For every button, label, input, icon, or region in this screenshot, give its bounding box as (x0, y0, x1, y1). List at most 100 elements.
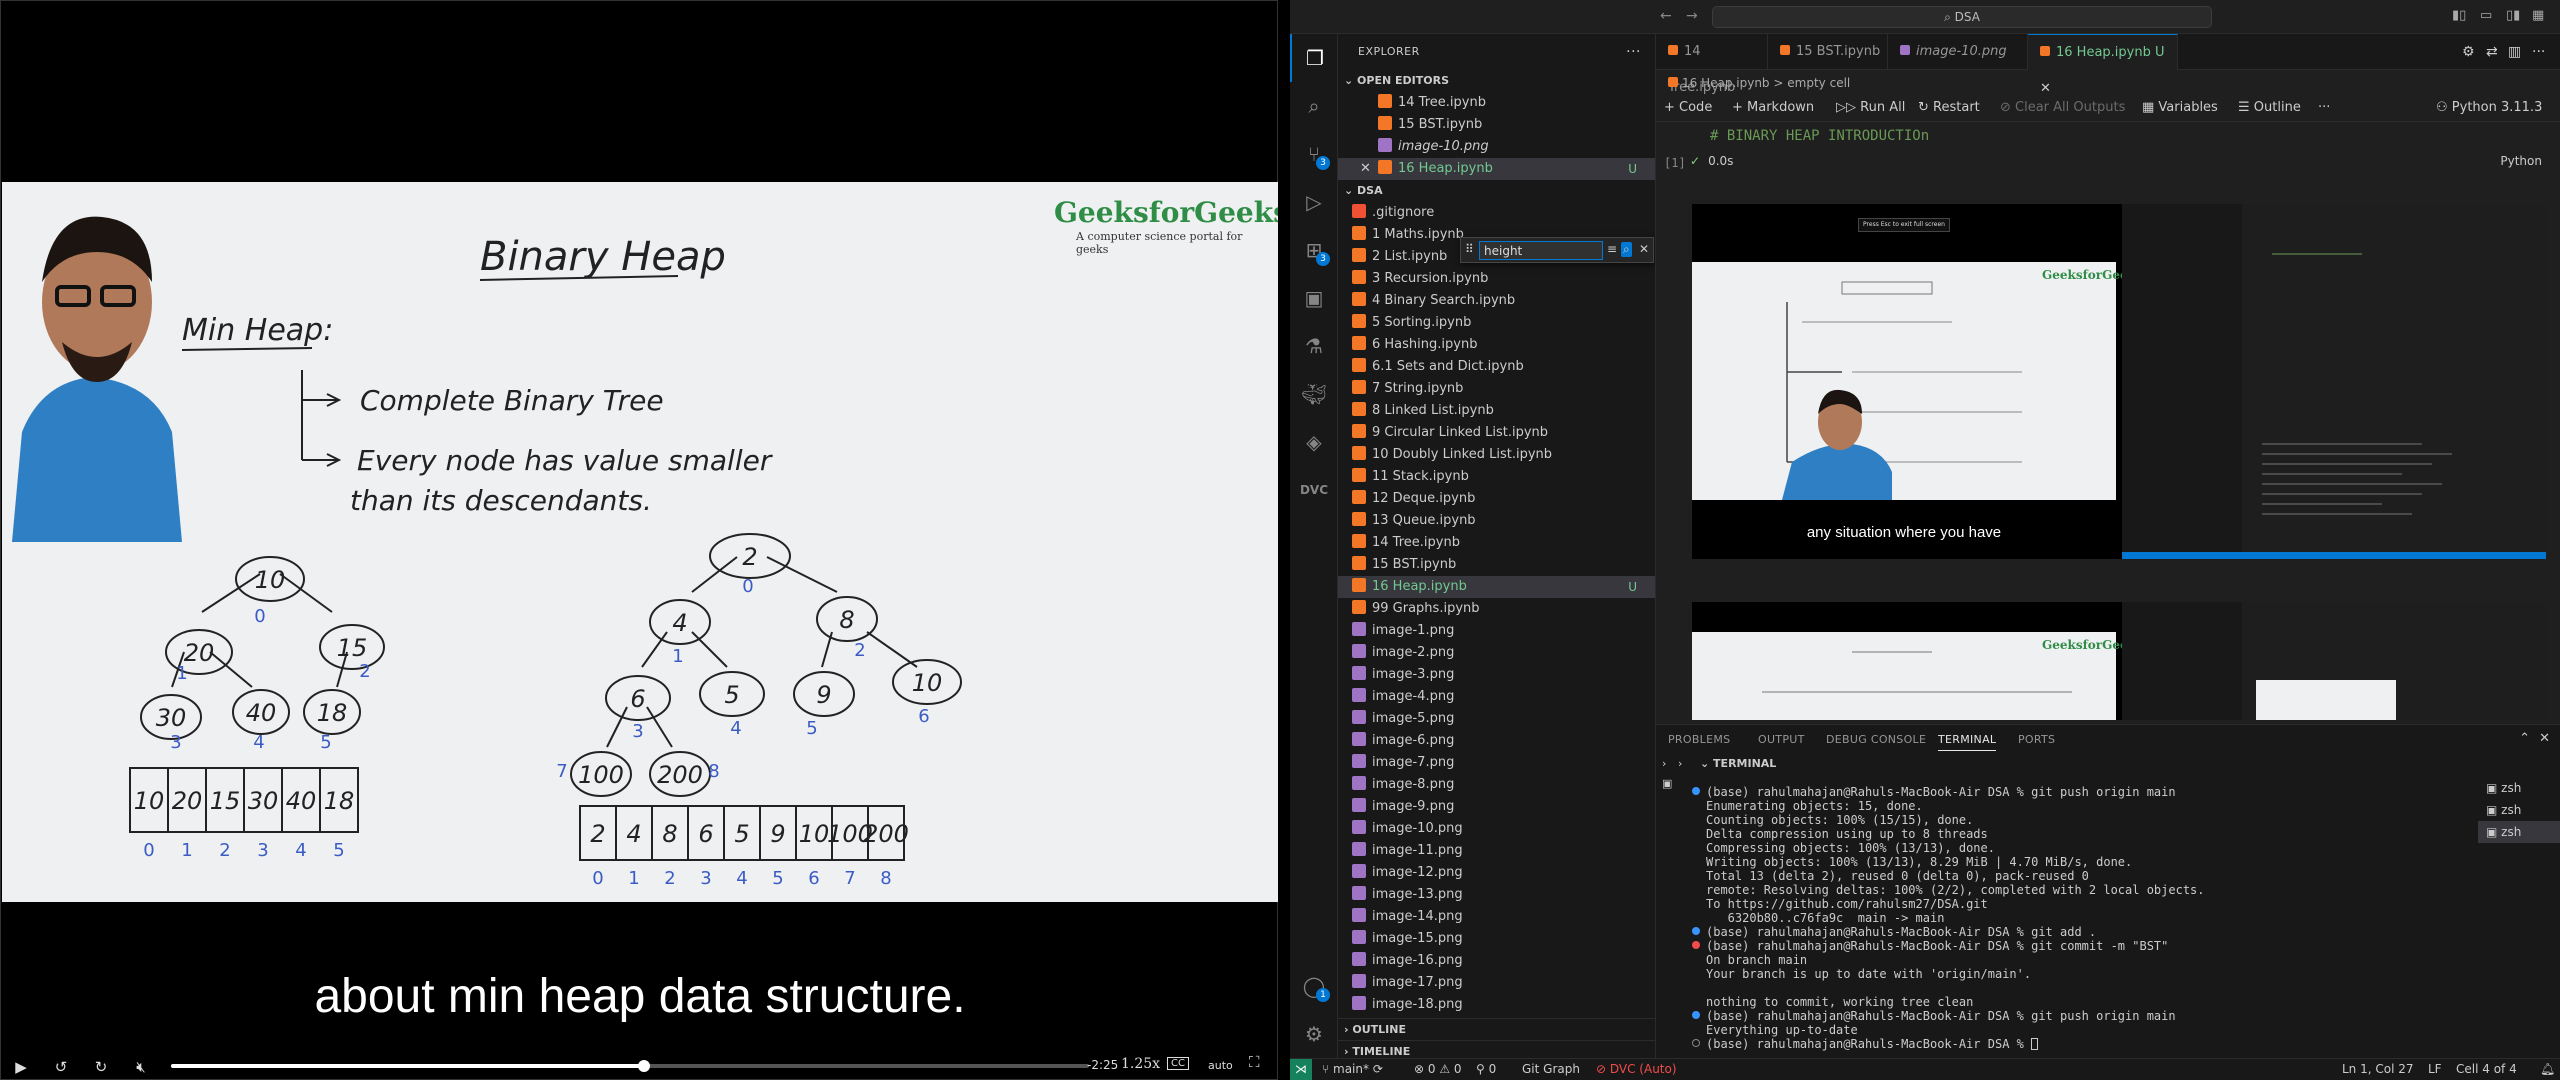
terminal-output[interactable]: (base) rahulmahajan@Rahuls-MacBook-Air D… (1692, 785, 2472, 1055)
panel-tab[interactable]: DEBUG CONSOLE (1826, 733, 1926, 746)
close-icon[interactable]: ✕ (1639, 242, 1649, 256)
outline-button[interactable]: ☰ Outline (2238, 94, 2301, 122)
play-icon[interactable]: ▶ (1, 1053, 41, 1080)
playback-speed[interactable]: 1.25x (1121, 1056, 1160, 1072)
restart-button[interactable]: ↻ Restart (1918, 94, 1980, 122)
open-editor-item[interactable]: ✕ 16 Heap.ipynb U (1338, 158, 1655, 180)
open-editor-item[interactable]: 14 Tree.ipynb (1338, 92, 1655, 114)
drag-handle-icon[interactable]: ⠿ (1465, 242, 1474, 256)
outline-header[interactable]: › OUTLINE (1338, 1018, 1655, 1040)
file-item[interactable]: image-8.png (1338, 774, 1655, 796)
cursor-position[interactable]: Ln 1, Col 27 (2342, 1059, 2414, 1080)
file-item[interactable]: image-17.png (1338, 972, 1655, 994)
cell-language[interactable]: Python (2500, 154, 2542, 168)
file-item[interactable]: 11 Stack.ipynb (1338, 466, 1655, 488)
breadcrumb-cell[interactable]: empty cell (1787, 76, 1850, 90)
tree-find-input[interactable] (1479, 241, 1603, 260)
file-item[interactable]: 9 Circular Linked List.ipynb (1338, 422, 1655, 444)
run-debug-icon[interactable]: ▷ (1290, 178, 1338, 226)
add-markdown-button[interactable]: + Markdown (1732, 94, 1814, 122)
quality-selector[interactable]: auto (1208, 1059, 1233, 1072)
rewind-icon[interactable]: ↺ (41, 1053, 81, 1080)
terminal-instance[interactable]: ▣ zsh (2478, 777, 2560, 799)
open-editor-item[interactable]: image-10.png (1338, 136, 1655, 158)
toggle-panel-icon[interactable]: ▭ (2480, 8, 2492, 23)
file-item[interactable]: 4 Binary Search.ipynb (1338, 290, 1655, 312)
add-code-button[interactable]: + Code (1664, 94, 1712, 122)
file-item[interactable]: image-15.png (1338, 928, 1655, 950)
branch-indicator[interactable]: ⑂ main* ⟳ (1322, 1059, 1383, 1080)
file-item[interactable]: image-5.png (1338, 708, 1655, 730)
file-item[interactable]: image-9.png (1338, 796, 1655, 818)
file-item[interactable]: image-3.png (1338, 664, 1655, 686)
file-item[interactable]: 10 Doubly Linked List.ipynb (1338, 444, 1655, 466)
file-item[interactable]: image-12.png (1338, 862, 1655, 884)
panel-tab[interactable]: TERMINAL (1938, 733, 1997, 751)
customize-layout-icon[interactable]: ▦ (2532, 8, 2544, 23)
file-item[interactable]: 6 Hashing.ipynb (1338, 334, 1655, 356)
close-icon[interactable]: ✕ (1360, 158, 1371, 180)
cell-indicator[interactable]: Cell 4 of 4 (2456, 1059, 2517, 1080)
fuzzy-match-icon[interactable]: ⌕ (1621, 242, 1632, 257)
forward-icon[interactable]: ↻ (81, 1053, 121, 1080)
cell-source[interactable]: # BINARY HEAP INTRODUCTIOn (1710, 128, 1929, 144)
file-item[interactable]: image-7.png (1338, 752, 1655, 774)
clear-outputs-button[interactable]: ⊘ Clear All Outputs (2000, 94, 2125, 122)
file-item[interactable]: 16 Heap.ipynb U (1338, 576, 1655, 598)
close-icon[interactable]: ✕ (2539, 731, 2550, 746)
chevron-right-icon[interactable]: › (1678, 757, 1682, 770)
docker-icon[interactable]: 🐳︎ (1290, 370, 1338, 418)
file-item[interactable]: image-4.png (1338, 686, 1655, 708)
forward-arrow-icon[interactable]: → (1686, 8, 1698, 24)
eol-indicator[interactable]: LF (2428, 1059, 2442, 1080)
panel-tab[interactable]: OUTPUT (1758, 733, 1805, 746)
editor-tab[interactable]: image-10.png (1888, 34, 2028, 70)
file-item[interactable]: 14 Tree.ipynb (1338, 532, 1655, 554)
dvc-icon[interactable]: DVC (1290, 466, 1338, 514)
captions-button[interactable]: CC (1167, 1057, 1189, 1070)
open-changes-icon[interactable]: ⇄ (2486, 44, 2498, 60)
extensions-icon[interactable]: ⊞ 3 (1290, 226, 1338, 274)
file-item[interactable]: image-18.png (1338, 994, 1655, 1016)
mute-icon[interactable]: 🔇︎ (121, 1053, 161, 1080)
open-editor-item[interactable]: 15 BST.ipynb (1338, 114, 1655, 136)
file-item[interactable]: 3 Recursion.ipynb (1338, 268, 1655, 290)
remote-indicator-icon[interactable]: ⋊ (1290, 1059, 1312, 1080)
fullscreen-icon[interactable]: ⛶ (1249, 1053, 1260, 1071)
notifications-icon[interactable]: 🔔︎ (2540, 1059, 2555, 1080)
editor-tab[interactable]: 16 Heap.ipynb U ✕ (2028, 34, 2178, 96)
seek-handle[interactable] (637, 1060, 650, 1072)
problems-indicator[interactable]: ⊗ 0 ⚠ 0 (1414, 1059, 1462, 1080)
file-item[interactable]: 12 Deque.ipynb (1338, 488, 1655, 510)
search-icon[interactable]: ⌕ (1290, 82, 1338, 130)
source-control-icon[interactable]: ⑂ 3 (1290, 130, 1338, 178)
file-item[interactable]: 6.1 Sets and Dict.ipynb (1338, 356, 1655, 378)
run-all-button[interactable]: ▷▷ Run All (1836, 94, 1905, 122)
more-actions-icon[interactable]: ··· (2532, 44, 2545, 60)
more-actions-icon[interactable]: ··· (1626, 34, 1641, 70)
file-item[interactable]: image-11.png (1338, 840, 1655, 862)
gear-icon[interactable]: ⚙ (1290, 1010, 1338, 1058)
filter-icon[interactable]: ≡ (1607, 242, 1617, 256)
run-icon[interactable]: ⚙ (2462, 44, 2475, 60)
toggle-sidebar-icon[interactable]: ▮▯ (2452, 8, 2466, 23)
editor-tab[interactable]: 14 Tree.ipynb (1656, 34, 1768, 95)
testing-icon[interactable]: ⚗ (1290, 322, 1338, 370)
file-item[interactable]: image-14.png (1338, 906, 1655, 928)
command-center-search[interactable]: ⌕ DSA (1712, 6, 2212, 28)
timeline-header[interactable]: › TIMELINE (1338, 1040, 1655, 1058)
file-item[interactable]: 15 BST.ipynb (1338, 554, 1655, 576)
toggle-secondary-sidebar-icon[interactable]: ▯▮ (2506, 8, 2520, 23)
accounts-icon[interactable]: ◯ 1 (1290, 962, 1338, 1010)
panel-tab[interactable]: PROBLEMS (1668, 733, 1730, 746)
folder-header[interactable]: ⌄ DSA (1338, 180, 1655, 202)
markdown-cell[interactable]: # BINARY HEAP INTRODUCTIOn (1700, 122, 2550, 154)
split-editor-icon[interactable]: ▥ (2508, 44, 2521, 60)
file-item[interactable]: image-2.png (1338, 642, 1655, 664)
file-item[interactable]: image-13.png (1338, 884, 1655, 906)
remote-explorer-icon[interactable]: ▣ (1290, 274, 1338, 322)
toolbar-more[interactable]: ··· (2318, 94, 2330, 122)
panel-tab[interactable]: PORTS (2018, 733, 2055, 746)
file-item[interactable]: 99 Graphs.ipynb (1338, 598, 1655, 620)
video-player[interactable]: Binary Heap Min Heap: Complete Binary Tr… (0, 0, 1278, 1080)
